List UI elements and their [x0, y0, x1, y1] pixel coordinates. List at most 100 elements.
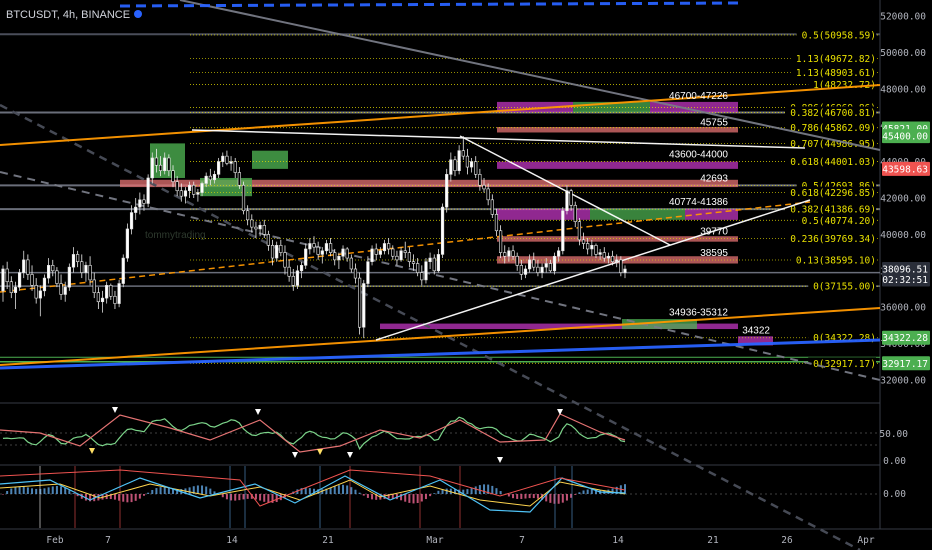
- candle-body: [457, 150, 461, 171]
- macd-bar: [507, 494, 510, 497]
- candle-body: [391, 248, 395, 257]
- macd-bar: [358, 492, 361, 494]
- candle-body: [229, 161, 233, 164]
- macd-bar: [113, 494, 116, 500]
- macd-bar: [6, 490, 9, 494]
- zone-price-label: 46700-47226: [669, 91, 728, 102]
- macd-bar: [512, 494, 515, 499]
- candle-body: [594, 245, 598, 255]
- candle-body: [586, 243, 590, 250]
- candle-body: [490, 199, 494, 215]
- macd-bar: [437, 490, 440, 494]
- macd-bar: [354, 489, 357, 494]
- macd-bar: [43, 488, 46, 494]
- macd-bar: [304, 487, 307, 494]
- candle-body: [67, 266, 71, 288]
- candle-body: [26, 259, 30, 275]
- macd-bar: [205, 486, 208, 494]
- candle-body: [399, 250, 403, 261]
- candle-body: [204, 175, 208, 184]
- zone-price-label: 45755: [700, 118, 728, 129]
- date-tick-label: Feb: [46, 535, 63, 546]
- candle-body: [299, 265, 304, 272]
- candle-body: [105, 285, 109, 299]
- candle-body: [461, 150, 465, 157]
- candle-body: [453, 159, 457, 171]
- macd-bar: [238, 494, 241, 501]
- candle-body: [183, 190, 188, 197]
- macd-bar: [308, 488, 311, 494]
- macd-bar: [528, 494, 531, 499]
- candle-body: [134, 206, 138, 213]
- macd-bar: [147, 492, 150, 494]
- zone-box: [252, 150, 288, 169]
- candle-body: [523, 268, 528, 275]
- macd-bar: [549, 494, 552, 503]
- symbol-title[interactable]: BTCUSDT, 4h, BINANCE: [6, 9, 143, 21]
- candle-body: [498, 230, 503, 253]
- candle-body: [221, 155, 225, 162]
- candle-body: [403, 250, 407, 253]
- macd-bar: [470, 487, 473, 494]
- candle-body: [88, 265, 92, 281]
- macd-bar: [242, 494, 245, 500]
- macd-bar: [142, 494, 145, 496]
- macd-bar: [412, 494, 415, 504]
- date-tick-label: 26: [781, 535, 793, 546]
- candle-body: [233, 161, 237, 173]
- candle-body: [266, 234, 270, 246]
- candle-body: [125, 228, 129, 259]
- candle-body: [275, 245, 279, 259]
- candle-body: [295, 270, 300, 286]
- candle-body: [17, 272, 22, 288]
- macd-bar: [60, 486, 63, 494]
- fib-label: 0.5(40774.20): [802, 216, 876, 227]
- candle-body: [34, 285, 38, 299]
- fib-label: 0.13(38595.10): [796, 255, 876, 266]
- macd-bar: [35, 488, 38, 494]
- candle-body: [30, 274, 34, 286]
- macd-bar: [342, 484, 345, 494]
- candle-body: [362, 283, 366, 328]
- candle-body: [341, 248, 345, 257]
- macd-bar: [201, 485, 204, 494]
- candle-body: [121, 257, 125, 284]
- candle-body: [308, 243, 312, 250]
- candle-body: [163, 157, 167, 172]
- candle-body: [395, 255, 399, 261]
- macd-bar: [362, 494, 365, 496]
- price-tag-label: 02:32:51: [882, 275, 928, 286]
- macd-bar: [582, 490, 585, 494]
- price-tag-label: 34322.28: [882, 333, 928, 344]
- macd-bar: [167, 487, 170, 494]
- date-tick-label: Apr: [857, 535, 874, 546]
- macd-bar: [68, 490, 71, 494]
- candle-body: [615, 259, 619, 263]
- macd-bar: [611, 488, 614, 494]
- macd-bar: [246, 494, 249, 499]
- candle-body: [258, 225, 262, 230]
- candle-body: [610, 255, 615, 262]
- candle-body: [179, 190, 183, 197]
- zone-price-label: 34322: [742, 326, 770, 337]
- candle-body: [619, 259, 623, 273]
- candle-body: [378, 250, 382, 255]
- fib-label: 0(37155.00): [813, 282, 876, 293]
- price-chart[interactable]: 0.5(50958.59) 1.13(49672.82) 1.13(48903.61…: [0, 0, 932, 550]
- macd-bar: [138, 494, 141, 499]
- zone-box: [497, 161, 738, 169]
- macd-bar: [520, 494, 523, 499]
- candle-body: [445, 174, 449, 208]
- candle-body: [22, 259, 26, 273]
- date-tick-label: 21: [707, 535, 719, 546]
- rsi-axis-label: 0.00: [883, 456, 906, 467]
- chart-root: 0.5(50958.59) 1.13(49672.82) 1.13(48903.61…: [0, 0, 932, 550]
- candle-body: [478, 174, 482, 186]
- price-tick-label: 50000.00: [880, 48, 926, 59]
- price-tick-label: 36000.00: [880, 303, 926, 314]
- macd-bar: [51, 486, 54, 494]
- candle-body: [511, 250, 515, 257]
- macd-bar: [524, 494, 527, 499]
- candle-body: [569, 190, 573, 206]
- macd-bar: [337, 485, 340, 494]
